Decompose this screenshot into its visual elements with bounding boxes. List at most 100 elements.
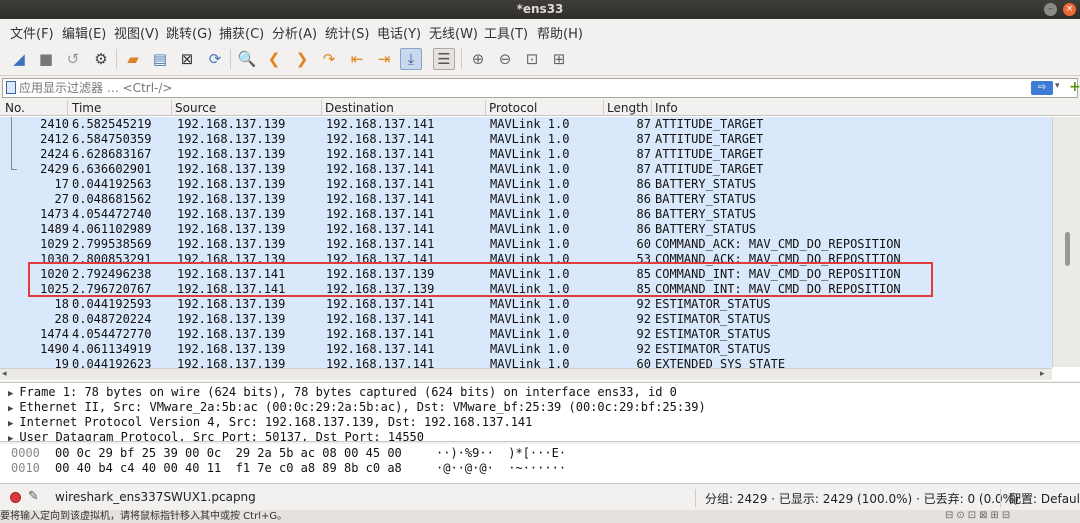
close-button[interactable]: × (1063, 3, 1076, 16)
edit-comment-icon[interactable]: ✎ (28, 489, 39, 504)
first-packet-icon[interactable]: ⇤ (346, 48, 368, 70)
cell-destination: 192.168.137.141 (326, 147, 435, 161)
last-packet-icon[interactable]: ⇥ (373, 48, 395, 70)
start-capture-icon[interactable]: ◢ (8, 48, 30, 70)
column-header-time[interactable]: Time (67, 100, 172, 116)
cell-source: 192.168.137.139 (177, 117, 286, 131)
vertical-scrollbar[interactable] (1052, 117, 1080, 367)
packet-row[interactable]: 18 0.044192593 192.168.137.139 192.168.137.… (0, 297, 1052, 312)
packet-row[interactable]: 1029 2.799538569 192.168.137.139 192.168.13… (0, 237, 1052, 252)
menu-file[interactable]: 文件(F) (10, 23, 54, 42)
packet-row[interactable]: 1473 4.054472740 192.168.137.139 192.168.13… (0, 207, 1052, 222)
hex-ascii[interactable]: ··)·%9·· )*[···E· (436, 446, 566, 461)
filter-dropdown-icon[interactable]: ▾ (1055, 81, 1065, 91)
cell-protocol: MAVLink 1.0 (490, 147, 570, 161)
vertical-scrollbar-thumb[interactable] (1065, 232, 1070, 266)
cell-destination: 192.168.137.141 (326, 312, 435, 326)
cell-protocol: MAVLink 1.0 (490, 222, 570, 236)
status-separator (1000, 489, 1001, 507)
stop-capture-icon[interactable]: ■ (35, 48, 57, 70)
status-separator (695, 489, 696, 507)
cell-protocol: MAVLink 1.0 (490, 162, 570, 176)
cell-protocol: MAVLink 1.0 (490, 327, 570, 341)
packet-row[interactable]: 1490 4.061134919 192.168.137.139 192.168.13… (0, 342, 1052, 357)
apply-filter-button[interactable]: ⇨ (1031, 81, 1053, 95)
close-file-icon[interactable]: ⊠ (176, 48, 198, 70)
menu-wireless[interactable]: 无线(W) (429, 23, 478, 42)
horizontal-scrollbar[interactable]: ◂ ▸ (0, 368, 1052, 380)
status-profile[interactable]: 配置: Default (1009, 490, 1080, 507)
find-packet-icon[interactable]: 🔍 (236, 48, 258, 70)
scroll-right-icon[interactable]: ▸ (1040, 369, 1045, 379)
open-file-icon[interactable]: ▰ (122, 48, 144, 70)
menu-view[interactable]: 视图(V) (114, 23, 159, 42)
zoom-in-icon[interactable]: ⊕ (467, 48, 489, 70)
cell-info: ATTITUDE_TARGET (655, 132, 764, 146)
column-header-no[interactable]: No. (0, 100, 68, 116)
zoom-out-icon[interactable]: ⊖ (494, 48, 516, 70)
column-header-source[interactable]: Source (170, 100, 322, 116)
bookmark-icon[interactable] (6, 81, 16, 94)
cell-info: BATTERY_STATUS (655, 192, 757, 206)
restart-capture-icon[interactable]: ↺ (62, 48, 84, 70)
details-row-text: Frame 1: 78 bytes on wire (624 bits), 78… (19, 385, 677, 399)
minimize-button[interactable]: – (1044, 3, 1057, 16)
add-filter-icon[interactable]: + (1069, 79, 1080, 95)
menu-statistics[interactable]: 统计(S) (325, 23, 369, 42)
reload-file-icon[interactable]: ⟳ (204, 48, 226, 70)
hex-bytes[interactable]: 00 40 b4 c4 40 00 40 11 f1 7e c0 a8 89 8… (55, 461, 402, 476)
menu-tools[interactable]: 工具(T) (484, 23, 528, 42)
cell-source: 192.168.137.139 (177, 162, 286, 176)
cell-info: ATTITUDE_TARGET (655, 117, 764, 131)
cell-info: BATTERY_STATUS (655, 207, 757, 221)
display-filter-input[interactable] (19, 80, 1019, 96)
cell-no: 1474 (40, 327, 69, 341)
menu-telephony[interactable]: 电话(Y) (377, 23, 421, 42)
menu-edit[interactable]: 编辑(E) (62, 23, 106, 42)
packet-row[interactable]: 1474 4.054472770 192.168.137.139 192.168.13… (0, 327, 1052, 342)
packet-row[interactable]: 1489 4.061102989 192.168.137.139 192.168.13… (0, 222, 1052, 237)
expand-arrow-icon[interactable]: ▶ (8, 434, 13, 441)
menu-go[interactable]: 跳转(G) (166, 23, 212, 42)
expand-arrow-icon[interactable]: ▶ (8, 404, 13, 414)
packet-row[interactable]: 2424 6.628683167 192.168.137.139 192.168.13… (0, 147, 1052, 162)
go-back-icon[interactable]: ❮ (263, 48, 285, 70)
menu-analyze[interactable]: 分析(A) (272, 23, 317, 42)
capture-status-icon[interactable] (10, 492, 21, 503)
scroll-left-icon[interactable]: ◂ (2, 369, 7, 379)
expand-arrow-icon[interactable]: ▶ (8, 389, 13, 399)
packet-row[interactable]: 2410 6.582545219 192.168.137.139 192.168.13… (0, 117, 1052, 132)
toolbar-separator (461, 49, 462, 69)
menu-capture[interactable]: 捕获(C) (219, 23, 264, 42)
column-header-destination[interactable]: Destination (320, 100, 486, 116)
packet-row[interactable]: 28 0.048720224 192.168.137.139 192.168.137.… (0, 312, 1052, 327)
column-header-protocol[interactable]: Protocol (484, 100, 604, 116)
details-row-ethernet[interactable]: ▶ Ethernet II, Src: VMware_2a:5b:ac (00:0… (8, 400, 706, 415)
related-packet-line (11, 147, 12, 162)
cell-time: 0.048720224 (72, 312, 152, 326)
auto-scroll-icon[interactable]: ⤓ (400, 48, 422, 70)
save-file-icon[interactable]: ▤ (149, 48, 171, 70)
cell-no: 28 (54, 312, 69, 326)
menu-help[interactable]: 帮助(H) (537, 23, 583, 42)
resize-columns-icon[interactable]: ⊞ (548, 48, 570, 70)
details-row-ip[interactable]: ▶ Internet Protocol Version 4, Src: 192.1… (8, 415, 532, 430)
cell-no: 17 (54, 177, 69, 191)
go-forward-icon[interactable]: ❯ (291, 48, 313, 70)
details-row-udp[interactable]: ▶ User Datagram Protocol, Src Port: 50137… (8, 430, 424, 441)
vm-device-icons[interactable]: ⊟⊙⊡⊠⊞⊟ (945, 510, 1013, 521)
packet-row[interactable]: 2412 6.584750359 192.168.137.139 192.168.13… (0, 132, 1052, 147)
colorize-icon[interactable]: ☰ (433, 48, 455, 70)
capture-options-icon[interactable]: ⚙ (90, 48, 112, 70)
details-row-frame[interactable]: ▶ Frame 1: 78 bytes on wire (624 bits), 7… (8, 385, 677, 400)
packet-row[interactable]: 17 0.044192563 192.168.137.139 192.168.137.… (0, 177, 1052, 192)
packet-row[interactable]: 27 0.048681562 192.168.137.139 192.168.137.… (0, 192, 1052, 207)
column-header-length[interactable]: Length (602, 100, 652, 116)
column-header-info[interactable]: Info (650, 100, 1080, 116)
hex-bytes[interactable]: 00 0c 29 bf 25 39 00 0c 29 2a 5b ac 08 0… (55, 446, 402, 461)
packet-row[interactable]: 2429 6.636602901 192.168.137.139 192.168.13… (0, 162, 1052, 177)
normal-size-icon[interactable]: ⊡ (521, 48, 543, 70)
hex-ascii[interactable]: ·@··@·@· ·~······ (436, 461, 566, 476)
go-to-packet-icon[interactable]: ↷ (318, 48, 340, 70)
expand-arrow-icon[interactable]: ▶ (8, 419, 13, 429)
